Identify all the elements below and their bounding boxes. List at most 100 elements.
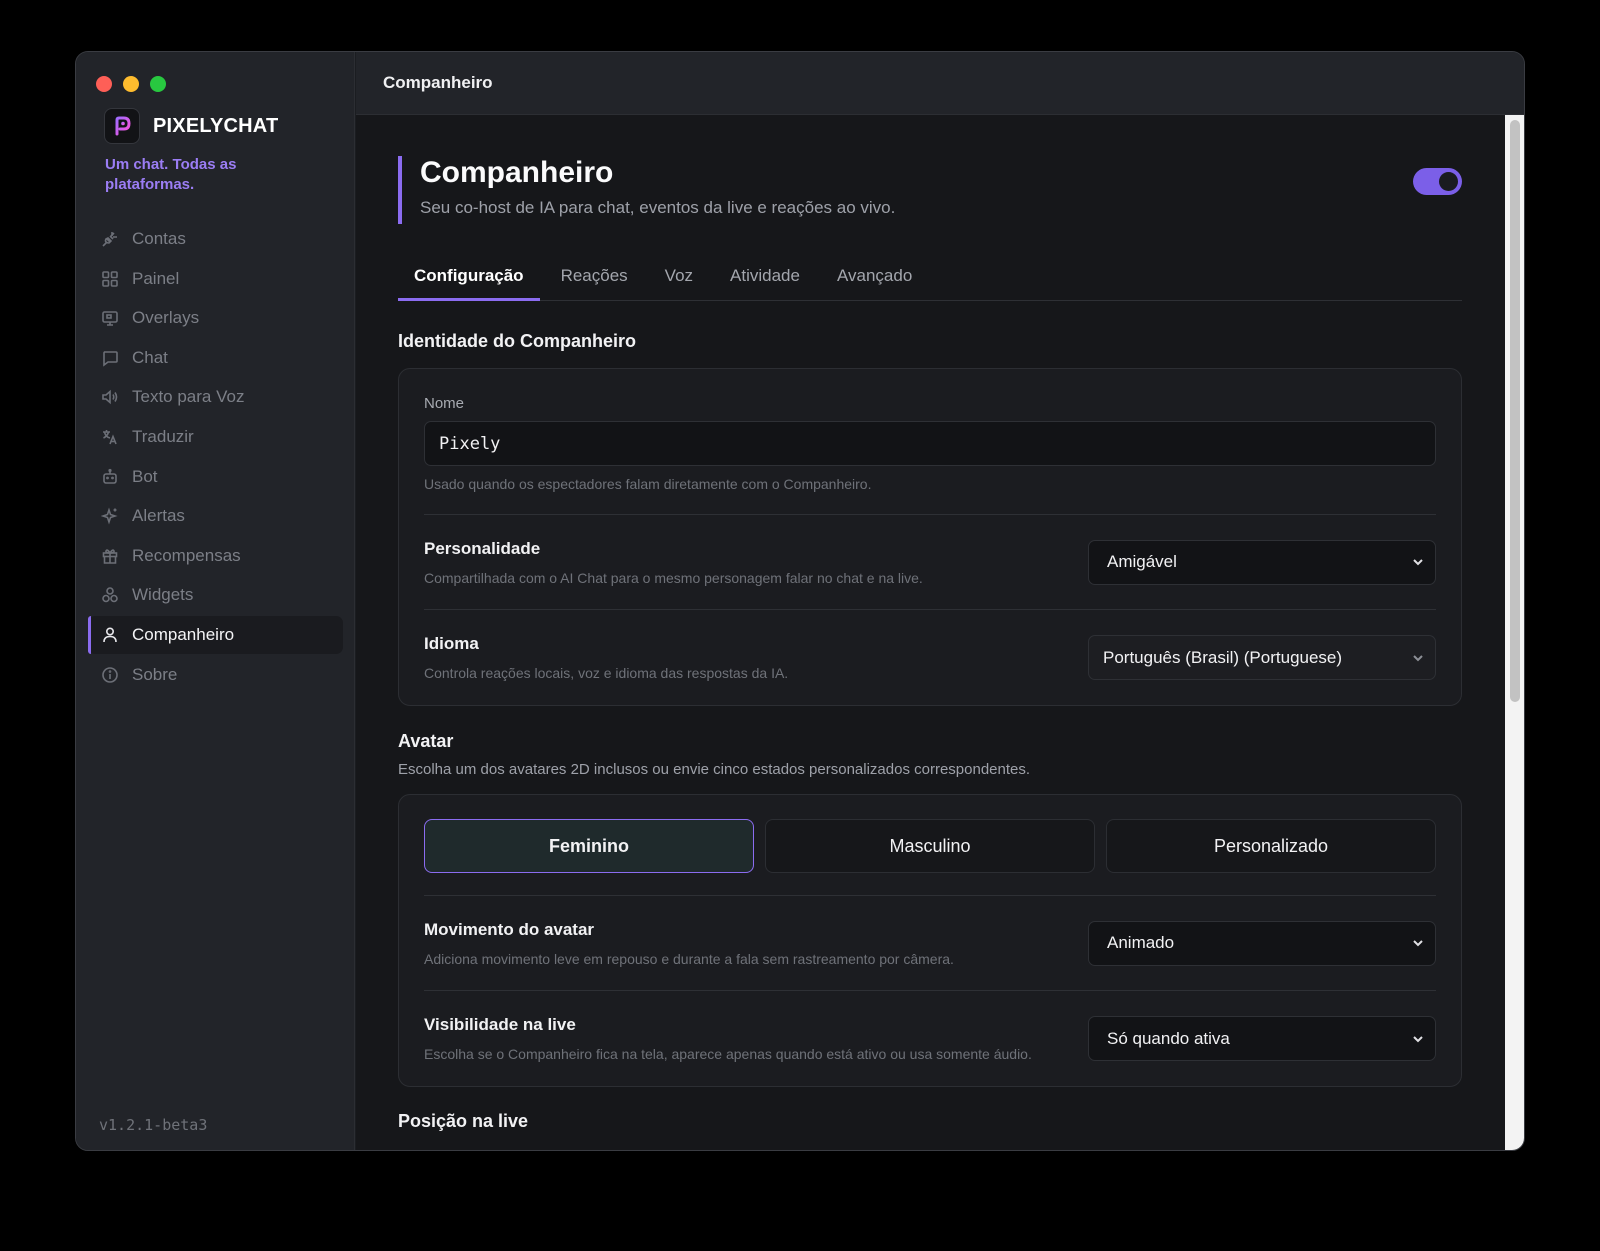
sidebar-item-label: Painel: [132, 268, 180, 288]
visibility-select[interactable]: Só quando ativa: [1088, 1016, 1436, 1061]
message-icon: [103, 350, 118, 367]
avatar-motion-select[interactable]: Animado: [1088, 920, 1436, 966]
vertical-scrollbar[interactable]: [1505, 115, 1524, 1150]
page-title: Companheiro: [420, 156, 614, 189]
personality-row: Personalidade Compartilhada com o AI Cha…: [424, 515, 1436, 610]
personality-label: Personalidade: [424, 538, 541, 558]
sidebar-item-alertas[interactable]: Alertas: [88, 497, 343, 535]
plug-icon: [102, 232, 117, 247]
chevron-down-icon: [1413, 1035, 1423, 1042]
position-section-title: Posição na live: [398, 1111, 529, 1131]
chevron-down-icon: [1413, 940, 1423, 947]
page-header: Companheiro Seu co-host de IA para chat,…: [398, 156, 1462, 224]
sidebar-item-widgets[interactable]: Widgets: [88, 576, 343, 614]
sidebar: PIXELYCHAT Um chat. Todas as plataformas…: [76, 52, 355, 1150]
sidebar-item-label: Recompensas: [132, 545, 241, 565]
page-subtitle: Seu co-host de IA para chat, eventos da …: [420, 198, 896, 217]
sidebar-item-label: Contas: [132, 229, 186, 248]
sidebar-item-contas[interactable]: Contas: [88, 220, 343, 258]
visibility-row: Visibilidade na live Escolha se o Compan…: [424, 991, 1436, 1086]
version-label: v1.2.1-beta3: [99, 1116, 208, 1134]
tab-reacoes[interactable]: Reações: [545, 261, 644, 301]
user-icon: [103, 627, 117, 642]
translate-icon: [103, 429, 117, 445]
avatar-section-title: Avatar: [398, 731, 454, 751]
avatar-option-feminino[interactable]: Feminino: [424, 819, 754, 873]
tab-voz[interactable]: Voz: [649, 261, 709, 301]
companion-enabled-toggle[interactable]: [1413, 168, 1462, 195]
avatar-option-personalizado[interactable]: Personalizado: [1106, 819, 1436, 873]
tagline: Um chat. Todas as plataformas.: [105, 156, 237, 193]
scrollbar-thumb[interactable]: [1510, 120, 1520, 702]
tab-avancado[interactable]: Avançado: [821, 261, 928, 301]
avatar-motion-desc: Adiciona movimento leve em repouso e dur…: [424, 950, 954, 967]
avatar-section-desc: Escolha um dos avatares 2D inclusos ou e…: [398, 761, 1031, 778]
identity-card: Nome Usado quando os espectadores falam …: [398, 368, 1462, 706]
monitor-icon: [102, 311, 118, 326]
avatar-card: Feminino Masculino Personalizado Movimen…: [398, 794, 1462, 1087]
minimize-window-button[interactable]: [123, 76, 139, 92]
window-controls: [96, 76, 166, 92]
avatar-option-masculino[interactable]: Masculino: [765, 819, 1095, 873]
sidebar-item-texto-para-voz[interactable]: Texto para Voz: [88, 378, 343, 416]
sidebar-item-overlays[interactable]: Overlays: [88, 299, 343, 337]
sidebar-item-recompensas[interactable]: Recompensas: [88, 537, 343, 575]
brand-name: PIXELYCHAT: [153, 114, 279, 137]
sidebar-item-sobre[interactable]: Sobre: [88, 656, 343, 694]
sparkles-icon: [101, 507, 118, 525]
sidebar-item-label: Chat: [132, 347, 168, 367]
personality-value: Amigável: [1107, 552, 1177, 571]
sidebar-item-label: Alertas: [132, 506, 185, 526]
sidebar-item-label: Sobre: [132, 664, 178, 684]
brand: PIXELYCHAT: [104, 108, 278, 144]
gift-icon: [102, 549, 118, 564]
sidebar-item-label: Traduzir: [132, 426, 194, 446]
bot-icon: [103, 468, 117, 484]
name-input[interactable]: [424, 421, 1436, 466]
language-label: Idioma: [424, 634, 479, 653]
chevron-down-icon: [1413, 559, 1423, 566]
sidebar-item-chat[interactable]: Chat: [88, 339, 343, 377]
maximize-window-button[interactable]: [150, 76, 166, 92]
personality-desc: Compartilhada com o AI Chat para o mesmo…: [424, 569, 923, 586]
avatar-motion-value: Animado: [1107, 933, 1175, 952]
tab-bar: Configuração Reações Voz Atividade Avanç…: [398, 261, 1462, 301]
sidebar-item-label: Bot: [132, 466, 158, 486]
avatar-motion-label: Movimento do avatar: [424, 919, 595, 939]
sidebar-item-label: Widgets: [132, 585, 194, 605]
shapes-icon: [102, 587, 118, 603]
language-select[interactable]: Português (Brasil) (Portuguese): [1088, 635, 1436, 680]
grid-icon: [102, 270, 118, 287]
chevron-down-icon: [1413, 654, 1423, 661]
sidebar-item-companheiro[interactable]: Companheiro: [88, 615, 343, 654]
sidebar-item-bot[interactable]: Bot: [88, 458, 343, 496]
pixelychat-logo-icon: [104, 108, 140, 144]
window-title: Companheiro: [383, 73, 493, 92]
avatar-motion-row: Movimento do avatar Adiciona movimento l…: [424, 896, 1436, 991]
personality-select[interactable]: Amigável: [1088, 539, 1436, 585]
visibility-value: Só quando ativa: [1107, 1028, 1230, 1048]
visibility-desc: Escolha se o Companheiro fica na tela, a…: [424, 1046, 1032, 1062]
language-value: Português (Brasil) (Portuguese): [1103, 647, 1343, 667]
topbar: Companheiro: [356, 52, 1524, 115]
avatar-options: Feminino Masculino Personalizado: [424, 795, 1436, 896]
name-field-group: Nome Usado quando os espectadores falam …: [424, 369, 1436, 515]
toggle-knob: [1439, 172, 1458, 191]
app-window: PIXELYCHAT Um chat. Todas as plataformas…: [75, 51, 1525, 1151]
sidebar-item-painel[interactable]: Painel: [88, 260, 343, 298]
name-label: Nome: [424, 395, 465, 412]
identity-section-title: Identidade do Companheiro: [398, 331, 637, 351]
sidebar-nav: Contas Painel Overlays Chat Texto para V…: [88, 220, 343, 695]
info-icon: [102, 666, 118, 683]
tab-configuracao[interactable]: Configuração: [398, 261, 540, 301]
speaker-icon: [102, 390, 118, 405]
settings-content: Companheiro Seu co-host de IA para chat,…: [398, 156, 1462, 1132]
tab-atividade[interactable]: Atividade: [714, 261, 816, 301]
language-row: Idioma Controla reações locais, voz e id…: [424, 610, 1436, 705]
visibility-label: Visibilidade na live: [424, 1015, 576, 1034]
sidebar-item-label: Texto para Voz: [132, 387, 245, 407]
close-window-button[interactable]: [96, 76, 112, 92]
main-content: Companheiro Seu co-host de IA para chat,…: [356, 115, 1505, 1150]
sidebar-item-traduzir[interactable]: Traduzir: [88, 418, 343, 456]
sidebar-item-label: Overlays: [132, 308, 200, 328]
